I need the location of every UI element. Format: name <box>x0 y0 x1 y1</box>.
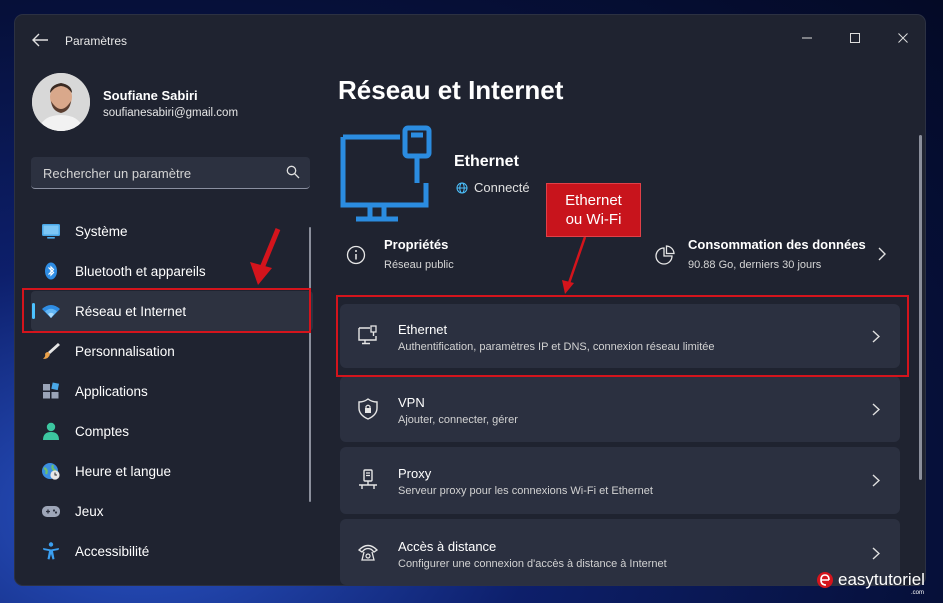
search-icon[interactable] <box>286 165 300 179</box>
annotation-callout: Ethernet ou Wi-Fi <box>546 183 641 237</box>
card-ethernet[interactable]: Ethernet Authentification, paramètres IP… <box>340 304 900 368</box>
sidebar-item-label: Accessibilité <box>75 543 150 559</box>
sidebar-item-label: Comptes <box>75 423 130 439</box>
gamepad-icon <box>42 506 60 517</box>
bluetooth-icon <box>45 262 57 280</box>
sidebar-item-system[interactable]: Système <box>31 211 313 251</box>
sidebar-item-label: Applications <box>75 383 148 399</box>
ethernet-monitor-icon <box>340 125 432 222</box>
globe-icon <box>456 182 468 193</box>
page-title: Réseau et Internet <box>338 75 564 105</box>
sidebar-item-label: Réseau et Internet <box>75 303 187 319</box>
properties-subtitle: Réseau public <box>384 259 454 271</box>
main-scrollbar[interactable] <box>919 135 922 480</box>
sidebar-item-personalization[interactable]: Personnalisation <box>31 331 313 371</box>
card-subtitle: Serveur proxy pour les connexions Wi-Fi … <box>398 485 653 497</box>
sidebar-item-label: Personnalisation <box>75 343 175 359</box>
app-title: Paramètres <box>65 34 128 48</box>
card-proxy[interactable]: Proxy Serveur proxy pour les connexions … <box>340 447 900 514</box>
settings-window: Paramètres Soufiane Sabiri soufianesabir… <box>15 15 925 585</box>
properties-link[interactable]: Propriétés Réseau public <box>346 237 546 277</box>
properties-title: Propriétés <box>384 237 449 252</box>
sidebar-item-label: Bluetooth et appareils <box>75 263 206 279</box>
easytutoriel-logo-icon <box>817 572 833 588</box>
dialup-icon <box>358 544 378 561</box>
user-name: Soufiane Sabiri <box>103 88 198 103</box>
back-arrow-icon[interactable] <box>31 32 49 48</box>
sidebar-item-time-language[interactable]: Heure et langue <box>31 451 313 491</box>
card-title: VPN <box>398 395 425 410</box>
brush-icon <box>43 343 60 359</box>
watermark-brand: easytutoriel <box>838 570 925 589</box>
minimize-icon <box>802 37 812 39</box>
user-photo-icon <box>32 73 90 131</box>
title-bar: Paramètres <box>15 15 925 65</box>
proxy-icon <box>359 469 377 489</box>
connection-title: Ethernet <box>454 153 519 170</box>
chevron-right-icon[interactable] <box>877 247 887 261</box>
sidebar-item-accounts[interactable]: Comptes <box>31 411 313 451</box>
card-vpn[interactable]: VPN Ajouter, connecter, gérer <box>340 376 900 442</box>
close-icon <box>898 33 908 43</box>
active-indicator <box>32 303 35 319</box>
close-button[interactable] <box>881 23 925 53</box>
chevron-right-icon <box>872 403 880 416</box>
chevron-right-icon <box>872 547 880 560</box>
card-title: Ethernet <box>398 322 448 337</box>
sidebar-item-label: Jeux <box>75 503 104 519</box>
chevron-right-icon <box>872 474 880 487</box>
search-input[interactable] <box>41 157 275 189</box>
avatar[interactable] <box>32 73 90 131</box>
maximize-button[interactable] <box>833 23 877 53</box>
connection-status-text: Connecté <box>474 180 530 195</box>
sidebar-item-network[interactable]: Réseau et Internet <box>31 291 313 331</box>
card-subtitle: Ajouter, connecter, gérer <box>398 414 518 426</box>
watermark: easytutoriel <box>816 570 925 590</box>
card-title: Proxy <box>398 466 432 481</box>
sidebar-item-accessibility[interactable]: Accessibilité <box>31 531 313 571</box>
data-usage-subtitle: 90.88 Go, derniers 30 jours <box>688 259 822 271</box>
annotation-line-1: Ethernet <box>565 192 622 209</box>
ethernet-icon <box>358 325 377 345</box>
connection-status: Connecté <box>456 180 530 195</box>
user-email: soufianesabiri@gmail.com <box>103 107 239 119</box>
card-subtitle: Authentification, paramètres IP et DNS, … <box>398 341 715 353</box>
wifi-icon <box>42 305 60 318</box>
pie-chart-icon <box>655 245 675 265</box>
search-box[interactable] <box>31 157 310 189</box>
chevron-right-icon <box>872 330 880 343</box>
watermark-domain: .com <box>911 590 925 596</box>
accessibility-icon <box>43 542 59 560</box>
system-icon <box>42 224 60 239</box>
sidebar-scrollbar[interactable] <box>309 227 311 502</box>
maximize-icon <box>850 33 860 43</box>
sidebar-item-gaming[interactable]: Jeux <box>31 491 313 531</box>
sidebar-item-applications[interactable]: Applications <box>31 371 313 411</box>
card-title: Accès à distance <box>398 539 497 554</box>
sidebar-item-label: Système <box>75 223 128 239</box>
annotation-line-2: ou Wi-Fi <box>565 211 622 228</box>
sidebar-item-bluetooth[interactable]: Bluetooth et appareils <box>31 251 313 291</box>
clock-globe-icon <box>42 463 60 480</box>
minimize-button[interactable] <box>785 23 829 53</box>
apps-icon <box>43 382 60 399</box>
account-icon <box>43 422 59 440</box>
card-subtitle: Configurer une connexion d'accès à dista… <box>398 558 667 570</box>
shield-icon <box>358 398 378 420</box>
data-usage-link[interactable]: Consommation des données 90.88 Go, derni… <box>655 237 895 277</box>
data-usage-title: Consommation des données <box>688 237 866 252</box>
sidebar-nav: Système Bluetooth et appareils Réseau et… <box>31 211 313 571</box>
sidebar-item-label: Heure et langue <box>75 463 172 479</box>
info-icon <box>346 245 366 265</box>
